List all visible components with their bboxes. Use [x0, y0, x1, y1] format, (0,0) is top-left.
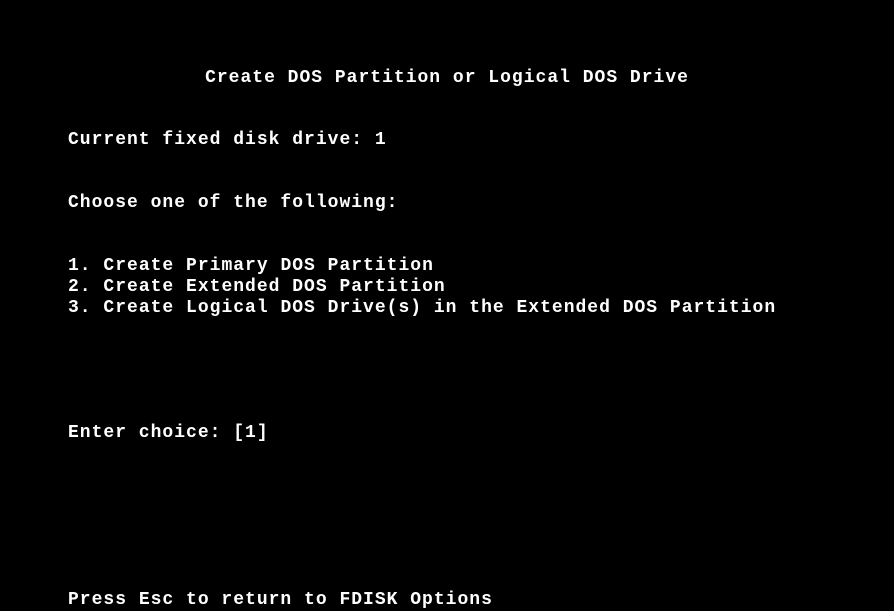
menu-item-1[interactable]: 1. Create Primary DOS Partition	[68, 256, 826, 277]
menu-item-label: Create Logical DOS Drive(s) in the Exten…	[103, 298, 776, 318]
esc-key-label[interactable]: Esc	[139, 590, 174, 610]
menu-item-label: Create Extended DOS Partition	[103, 277, 445, 297]
footer-post: to return to FDISK Options	[174, 590, 493, 610]
choice-label: Enter choice:	[68, 423, 233, 443]
menu-item-number: 2.	[68, 277, 92, 297]
instruction-line: Choose one of the following:	[68, 193, 826, 214]
choice-bracket-open: [	[233, 423, 245, 443]
current-disk-value: 1	[375, 130, 387, 150]
fdisk-create-partition-screen: Create DOS Partition or Logical DOS Driv…	[0, 0, 894, 611]
menu-item-2[interactable]: 2. Create Extended DOS Partition	[68, 277, 826, 298]
choice-prompt: Enter choice: [1]	[68, 423, 826, 444]
current-disk-label: Current fixed disk drive:	[68, 130, 375, 150]
menu-item-number: 1.	[68, 256, 92, 276]
footer-hint: Press Esc to return to FDISK Options	[68, 590, 826, 611]
menu-item-label: Create Primary DOS Partition	[103, 256, 433, 276]
current-disk-line: Current fixed disk drive: 1	[68, 130, 826, 151]
options-menu: 1. Create Primary DOS Partition 2. Creat…	[68, 256, 826, 319]
menu-item-3[interactable]: 3. Create Logical DOS Drive(s) in the Ex…	[68, 298, 826, 319]
page-title: Create DOS Partition or Logical DOS Driv…	[68, 68, 826, 88]
menu-item-number: 3.	[68, 298, 92, 318]
choice-input[interactable]: 1	[245, 423, 257, 443]
choice-bracket-close: ]	[257, 423, 269, 443]
footer-pre: Press	[68, 590, 139, 610]
